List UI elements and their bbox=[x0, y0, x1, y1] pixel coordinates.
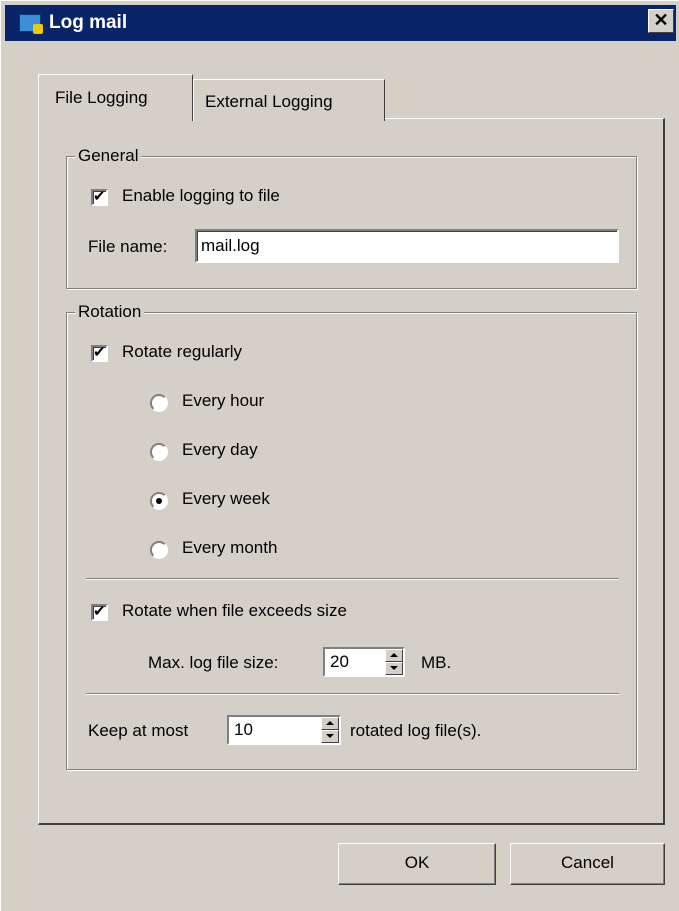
file-name-label: File name: bbox=[88, 237, 168, 256]
rotate-regularly-checkbox[interactable] bbox=[91, 343, 108, 363]
max-size-value[interactable]: 20 bbox=[330, 652, 349, 672]
rotation-groupbox: Rotation bbox=[66, 301, 637, 770]
keep-count-value[interactable]: 10 bbox=[234, 720, 253, 740]
close-icon: ✕ bbox=[653, 10, 669, 30]
every-day-label[interactable]: Every day bbox=[182, 440, 258, 460]
ok-button[interactable]: OK bbox=[338, 843, 496, 885]
tab-external-logging[interactable]: External Logging bbox=[193, 79, 385, 121]
rotation-separator-2 bbox=[86, 693, 619, 695]
tab-file-logging[interactable]: File Logging bbox=[38, 74, 193, 121]
every-month-label[interactable]: Every month bbox=[182, 538, 277, 558]
spin-up-icon[interactable] bbox=[385, 649, 403, 662]
keep-count-spinner[interactable]: 10 bbox=[227, 715, 341, 745]
rotation-group-title: Rotation bbox=[75, 301, 145, 323]
file-name-input[interactable] bbox=[195, 229, 619, 263]
keep-count-spin-buttons[interactable] bbox=[321, 717, 339, 743]
log-mail-dialog: Log mail ✕ File Logging External Logging… bbox=[0, 0, 679, 911]
spin-up-icon[interactable] bbox=[321, 717, 339, 730]
max-size-spinner[interactable]: 20 bbox=[323, 647, 405, 677]
max-size-label: Max. log file size: bbox=[148, 653, 279, 672]
every-hour-label[interactable]: Every hour bbox=[182, 391, 264, 411]
enable-logging-checkbox[interactable] bbox=[91, 187, 108, 207]
radio-every-hour[interactable] bbox=[150, 394, 168, 412]
rotate-size-label[interactable]: Rotate when file exceeds size bbox=[122, 601, 347, 621]
keep-at-most-label: Keep at most bbox=[88, 721, 189, 740]
tab-external-logging-label: External Logging bbox=[205, 92, 333, 111]
radio-every-day[interactable] bbox=[150, 443, 168, 461]
max-size-unit: MB. bbox=[421, 653, 452, 672]
rotate-regularly-label[interactable]: Rotate regularly bbox=[122, 342, 242, 362]
window-title: Log mail bbox=[49, 12, 128, 33]
enable-logging-label[interactable]: Enable logging to file bbox=[122, 186, 280, 206]
max-size-spin-buttons[interactable] bbox=[385, 649, 403, 675]
rotate-size-checkbox[interactable] bbox=[91, 602, 108, 622]
general-groupbox: General bbox=[66, 145, 637, 289]
radio-every-week[interactable] bbox=[150, 492, 168, 510]
radio-every-month[interactable] bbox=[150, 541, 168, 559]
general-group-title: General bbox=[75, 145, 142, 167]
keep-suffix-label: rotated log file(s). bbox=[350, 721, 482, 740]
spin-down-icon[interactable] bbox=[321, 730, 339, 743]
title-bar[interactable]: Log mail ✕ bbox=[5, 5, 676, 41]
close-button[interactable]: ✕ bbox=[648, 9, 674, 33]
app-icon bbox=[19, 14, 43, 34]
cancel-button[interactable]: Cancel bbox=[510, 843, 665, 885]
rotation-separator-1 bbox=[86, 578, 619, 580]
every-week-label[interactable]: Every week bbox=[182, 489, 270, 509]
tab-file-logging-label: File Logging bbox=[55, 88, 148, 107]
spin-down-icon[interactable] bbox=[385, 662, 403, 675]
